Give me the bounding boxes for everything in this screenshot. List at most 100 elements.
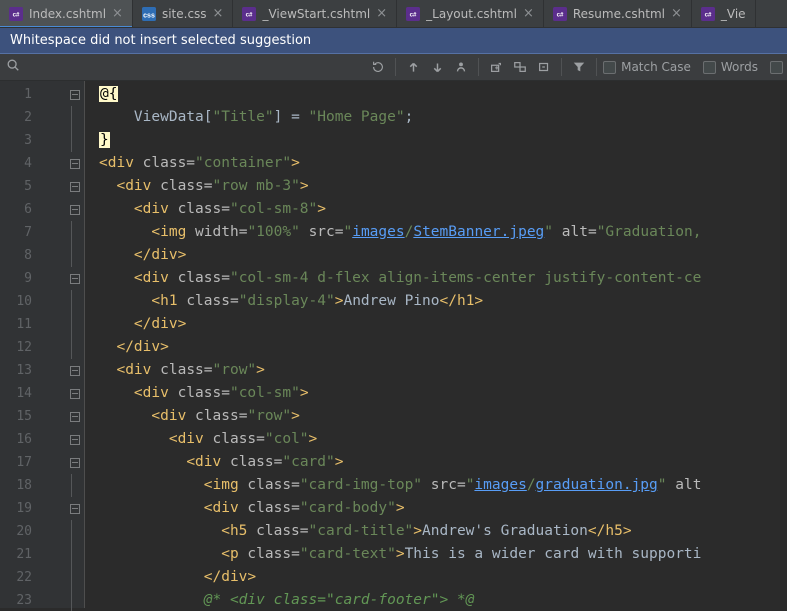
code-line[interactable]: <div class="col-sm"> (85, 382, 787, 405)
code-line[interactable]: <div class="col-sm-4 d-flex align-items-… (85, 267, 787, 290)
editor-tab[interactable]: c#_Layout.cshtml× (397, 0, 544, 28)
code-token: > (291, 408, 300, 424)
code-line[interactable]: <img width="100%" src="images/StemBanner… (85, 221, 787, 244)
code-token: class= (178, 385, 230, 401)
fold-toggle-icon[interactable] (70, 159, 80, 169)
prev-match-icon[interactable] (402, 56, 424, 78)
code-line[interactable]: <div class="row"> (85, 359, 787, 382)
code-line[interactable]: @* <div class="card-footer"> *@ (85, 589, 787, 608)
code-line[interactable]: </div> (85, 313, 787, 336)
fold-toggle-icon[interactable] (70, 182, 80, 192)
editor-tab[interactable]: c#_Vie (692, 0, 756, 28)
code-line[interactable]: @{ (85, 83, 787, 106)
code-token: <h1 (151, 293, 186, 309)
code-token: class= (195, 408, 247, 424)
gutter-row: 21 (0, 543, 84, 566)
code-line[interactable]: <div class="col-sm-8"> (85, 198, 787, 221)
code-token: Andrew Pino (343, 293, 439, 309)
code-line[interactable]: <img class="card-img-top" src="images/gr… (85, 474, 787, 497)
gutter-row: 6 (0, 198, 84, 221)
close-icon[interactable]: × (112, 7, 123, 20)
close-icon[interactable]: × (671, 7, 682, 20)
find-input[interactable] (24, 57, 365, 77)
line-number: 18 (0, 478, 40, 493)
line-number: 2 (0, 110, 40, 125)
gutter-row: 23 (0, 589, 84, 611)
fold-toggle-icon[interactable] (70, 389, 80, 399)
code-token: class= (160, 178, 212, 194)
code-line[interactable]: } (85, 129, 787, 152)
code-line[interactable]: </div> (85, 244, 787, 267)
gutter-row: 22 (0, 566, 84, 589)
code-token: > (300, 385, 309, 401)
fold-toggle-icon[interactable] (70, 90, 80, 100)
code-line[interactable]: <p class="card-text">This is a wider car… (85, 543, 787, 566)
words-label: Words (721, 60, 758, 74)
code-line[interactable]: ViewData["Title"] = "Home Page"; (85, 106, 787, 129)
code-line[interactable]: <div class="col"> (85, 428, 787, 451)
code-line[interactable]: <div class="row mb-3"> (85, 175, 787, 198)
close-icon[interactable]: × (376, 7, 387, 20)
code-token: "row" (213, 362, 257, 378)
match-case-checkbox[interactable]: Match Case (603, 60, 691, 74)
editor-tab[interactable]: c#Index.cshtml× (0, 0, 133, 28)
code-line[interactable]: <h1 class="display-4">Andrew Pino</h1> (85, 290, 787, 313)
editor-tab[interactable]: c#Resume.cshtml× (544, 0, 692, 28)
checkbox-icon (603, 61, 616, 74)
code-token: </h5> (588, 523, 632, 539)
words-checkbox[interactable]: Words (703, 60, 758, 74)
select-all-icon[interactable] (450, 56, 472, 78)
code-line[interactable]: </div> (85, 336, 787, 359)
close-icon[interactable]: × (523, 7, 534, 20)
fold-toggle-icon[interactable] (70, 366, 80, 376)
code-token: graduation.jpg (536, 477, 658, 493)
code-token: <div (99, 155, 143, 171)
svg-text:c#: c# (13, 11, 20, 18)
fold-toggle-icon[interactable] (70, 205, 80, 215)
editor-tab[interactable]: c#_ViewStart.cshtml× (233, 0, 397, 28)
code-line[interactable]: <div class="row"> (85, 405, 787, 428)
code-line[interactable]: <div class="card-body"> (85, 497, 787, 520)
gutter-row: 15 (0, 405, 84, 428)
line-number: 8 (0, 248, 40, 263)
code-token: "col-sm-4 d-flex align-items-center just… (230, 270, 701, 286)
history-icon[interactable] (367, 56, 389, 78)
code-token: @* <div class="card-footer"> *@ (204, 592, 475, 608)
checkbox-icon[interactable] (770, 61, 783, 74)
code-token: alt (675, 477, 701, 493)
fold-toggle-icon[interactable] (70, 458, 80, 468)
close-icon[interactable]: × (213, 7, 224, 20)
code-token: StemBanner.jpeg (413, 224, 544, 240)
code-token: src= (431, 477, 466, 493)
code-content[interactable]: @{ ViewData["Title"] = "Home Page";}<div… (85, 81, 787, 608)
line-number: 3 (0, 133, 40, 148)
code-line[interactable]: <div class="container"> (85, 152, 787, 175)
code-token: <img (204, 477, 248, 493)
filetype-icon: c# (9, 7, 23, 21)
code-token: class= (143, 155, 195, 171)
filter-icon[interactable] (568, 56, 590, 78)
line-number: 22 (0, 570, 40, 585)
fold-toggle-icon[interactable] (70, 274, 80, 284)
remove-occurrence-icon[interactable] (533, 56, 555, 78)
code-line[interactable]: </div> (85, 566, 787, 589)
code-token: width= (195, 224, 247, 240)
add-selection-icon[interactable] (485, 56, 507, 78)
next-match-icon[interactable] (426, 56, 448, 78)
code-line[interactable]: <h5 class="card-title">Andrew's Graduati… (85, 520, 787, 543)
editor-tab[interactable]: csssite.css× (133, 0, 234, 28)
toolbar-separator (478, 58, 479, 76)
code-token: " (343, 224, 352, 240)
code-token: "row mb-3" (213, 178, 300, 194)
fold-toggle-icon[interactable] (70, 504, 80, 514)
fold-guide (71, 336, 72, 359)
code-token: class= (230, 454, 282, 470)
select-occurrences-icon[interactable] (509, 56, 531, 78)
code-line[interactable]: <div class="card"> (85, 451, 787, 474)
fold-toggle-icon[interactable] (70, 435, 80, 445)
line-number: 6 (0, 202, 40, 217)
fold-toggle-icon[interactable] (70, 412, 80, 422)
line-number: 21 (0, 547, 40, 562)
code-token: class= (186, 293, 238, 309)
code-token: <div (134, 270, 178, 286)
